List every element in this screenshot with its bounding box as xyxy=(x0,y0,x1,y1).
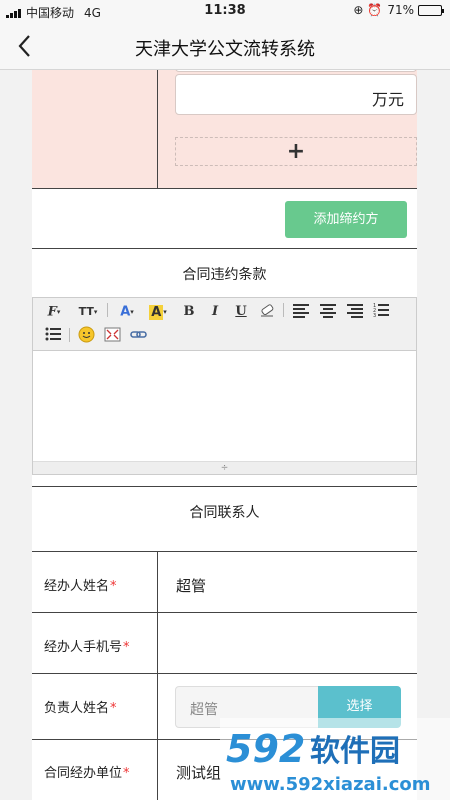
party-block: 万元 + xyxy=(32,70,417,189)
align-left-icon[interactable] xyxy=(293,302,309,322)
toolbar-separator xyxy=(69,328,70,342)
emoji-icon[interactable] xyxy=(77,326,95,346)
navigation-bar: 天津大学公文流转系统 xyxy=(0,22,450,70)
italic-button[interactable]: I xyxy=(207,302,223,322)
contact-section-title: 合同联系人 xyxy=(189,505,260,521)
battery-percent: 71% xyxy=(387,3,414,17)
page-scroll-area[interactable]: 万元 + 添加缔约方 合同违约条款 F▾ TT▾ A▾ A ▾ B I U 1 … xyxy=(0,70,450,800)
amount-unit: 万元 xyxy=(371,90,404,109)
battery-icon xyxy=(418,4,444,16)
table-row-border xyxy=(32,551,417,552)
add-party-button[interactable]: 添加缔约方 xyxy=(285,201,407,238)
watermark-domain: www.592xiazai.com xyxy=(230,774,431,795)
contract-unit-value: 测试组 xyxy=(176,764,222,782)
status-right: ⊕ ⏰ 71% xyxy=(353,3,444,17)
page-title: 天津大学公文流转系统 xyxy=(135,39,315,60)
handler-name-value: 超管 xyxy=(176,577,207,595)
watermark-brand: 软件园 xyxy=(310,734,400,769)
bold-button[interactable]: B xyxy=(181,302,197,322)
watermark-number: 592 xyxy=(226,727,305,771)
font-size-button[interactable]: TT▾ xyxy=(75,302,101,322)
editor-text-area[interactable] xyxy=(33,351,416,461)
fullscreen-icon[interactable] xyxy=(103,326,121,346)
table-column-divider xyxy=(157,551,158,800)
amount-input[interactable]: 万元 xyxy=(175,74,417,115)
ordered-list-icon[interactable]: 123 xyxy=(373,302,389,322)
add-party-item-button[interactable]: + xyxy=(175,137,417,166)
align-center-icon[interactable] xyxy=(320,302,336,322)
divider xyxy=(32,486,417,487)
party-divider xyxy=(157,70,158,189)
eraser-icon[interactable] xyxy=(258,302,276,322)
editor-resize-handle[interactable]: ÷ xyxy=(33,461,416,474)
form-content: 万元 + 添加缔约方 合同违约条款 F▾ TT▾ A▾ A ▾ B I U 1 … xyxy=(32,70,417,800)
handler-name-label: 经办人姓名* xyxy=(44,579,117,594)
contract-unit-label: 合同经办单位* xyxy=(44,766,130,781)
site-watermark: 592 软件园 www.592xiazai.com xyxy=(220,718,450,800)
underline-button[interactable]: U xyxy=(233,302,249,322)
table-row-border xyxy=(32,673,417,674)
divider xyxy=(32,248,417,249)
breach-section-title: 合同违约条款 xyxy=(182,267,267,283)
previous-input-field[interactable] xyxy=(175,70,417,72)
font-color-button[interactable]: A▾ xyxy=(115,302,139,322)
right-gutter xyxy=(418,70,450,800)
rotation-lock-icon: ⊕ xyxy=(353,3,364,17)
handler-phone-input[interactable] xyxy=(176,626,406,658)
font-family-button[interactable]: F▾ xyxy=(43,302,65,322)
breach-terms-editor: F▾ TT▾ A▾ A ▾ B I U 123 ÷ xyxy=(32,297,417,475)
highlight-color-button[interactable]: A ▾ xyxy=(145,302,171,322)
toolbar-separator xyxy=(107,303,108,317)
table-row-border xyxy=(32,612,417,613)
left-gutter xyxy=(0,70,32,800)
editor-toolbar: F▾ TT▾ A▾ A ▾ B I U 123 xyxy=(33,298,416,351)
toolbar-separator xyxy=(283,303,284,317)
manager-name-label: 负责人姓名* xyxy=(44,701,117,716)
handler-phone-label: 经办人手机号* xyxy=(44,640,130,655)
plus-icon: + xyxy=(286,139,306,164)
svg-text:3: 3 xyxy=(373,313,376,318)
align-right-icon[interactable] xyxy=(347,302,363,322)
link-icon[interactable] xyxy=(129,326,147,346)
alarm-icon: ⏰ xyxy=(367,3,383,17)
unordered-list-icon[interactable] xyxy=(45,326,61,346)
status-bar: 中国移动 4G 11:38 ⊕ ⏰ 71% xyxy=(0,0,450,22)
